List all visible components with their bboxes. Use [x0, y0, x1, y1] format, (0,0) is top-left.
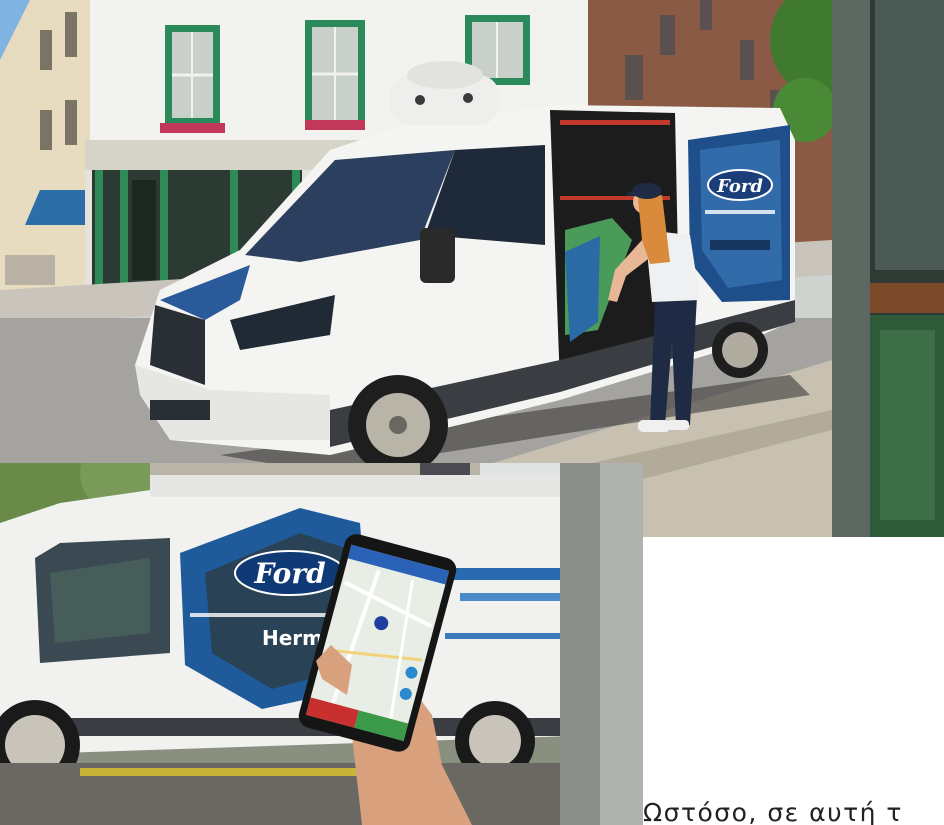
- wall-pillar: [560, 463, 643, 825]
- side-mirror: [420, 228, 455, 283]
- sash-window: [305, 20, 365, 128]
- courier-cap: [632, 183, 662, 199]
- ford-rear-panel: Ford: [688, 125, 790, 302]
- front-wheel: [348, 375, 448, 475]
- paragraph-text: Ωστόσο, σε αυτή τ: [643, 798, 903, 825]
- article-paragraph: Ωστόσο, σε αυτή τ: [643, 798, 944, 825]
- ford-logo-text: Ford: [716, 176, 763, 197]
- courier-shoe: [638, 420, 670, 432]
- delivery-van-side: Ford Herme: [0, 475, 625, 790]
- article-page: Ford Ford Herme Ωστόσο, σε αυτή τ: [0, 0, 944, 825]
- sash-window: [165, 25, 220, 125]
- courier-shoe: [667, 420, 689, 430]
- rear-wheel: [712, 322, 768, 378]
- flower-box: [160, 123, 225, 133]
- ford-logo-text: Ford: [253, 557, 325, 590]
- doorway-pillar: [832, 0, 944, 537]
- flower-box: [305, 120, 365, 130]
- van-phone-app-photo: Ford Herme: [0, 463, 643, 825]
- delivery-van-street-photo: Ford: [0, 0, 944, 537]
